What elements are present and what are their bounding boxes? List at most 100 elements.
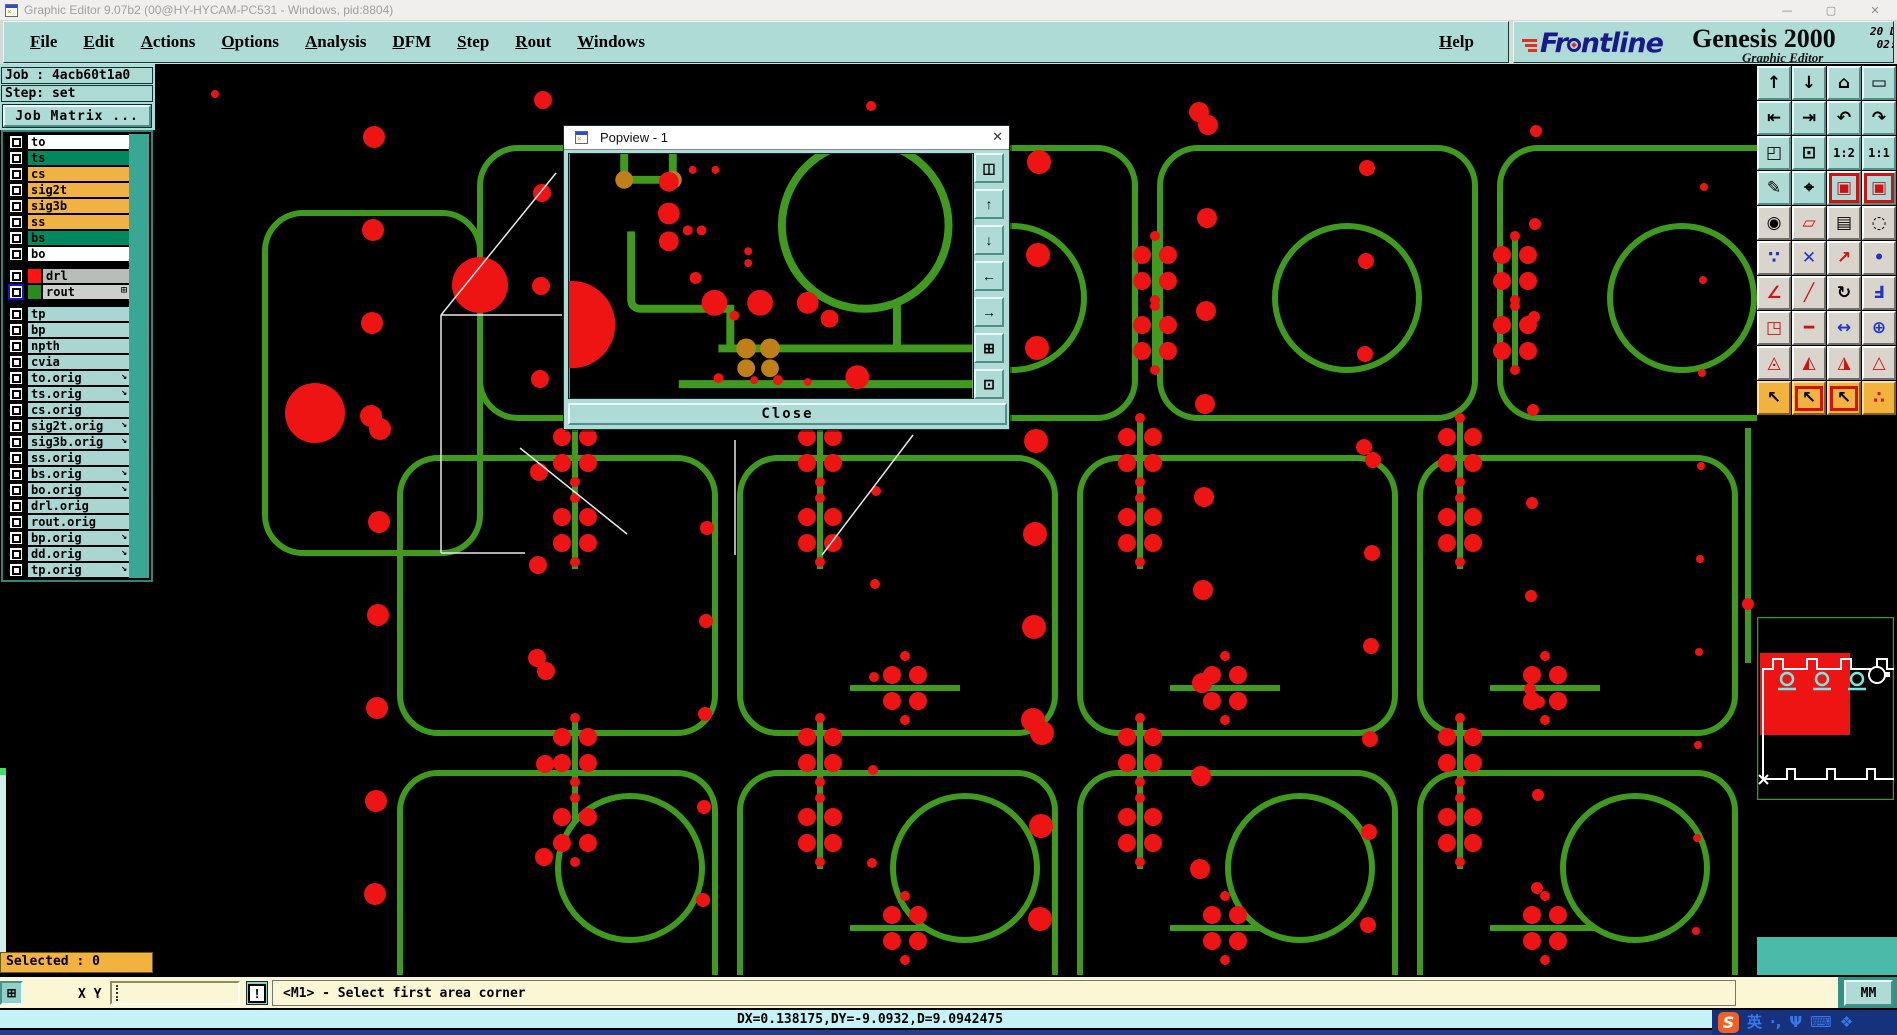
layer-visibility-checkbox[interactable] xyxy=(10,340,22,352)
layer-visibility-checkbox[interactable] xyxy=(10,308,22,320)
next-view-button[interactable]: ↷ xyxy=(1862,101,1896,135)
layer-visibility-checkbox[interactable] xyxy=(8,284,24,300)
measure-line-button[interactable]: ╱ xyxy=(1792,276,1826,310)
menu-item[interactable]: Rout xyxy=(515,32,551,52)
layer-row[interactable]: bs.orig ↘ xyxy=(5,466,131,482)
zoom-1-1-button[interactable]: 1:1 xyxy=(1862,136,1896,170)
layer-visibility-checkbox[interactable] xyxy=(10,404,22,416)
stretch-button[interactable]: ━ xyxy=(1792,311,1826,345)
popview-pan-left-button[interactable]: ← xyxy=(974,261,1004,291)
popview-titlebar[interactable]: Popview - 1 ✕ xyxy=(564,126,1009,150)
zoom-center-button[interactable]: ⊡ xyxy=(1792,136,1826,170)
zoom-1-2-button[interactable]: 1:2 xyxy=(1827,136,1861,170)
layer-visibility-checkbox[interactable] xyxy=(10,468,22,480)
polygon-mode-button[interactable]: ↖ xyxy=(1827,381,1861,415)
layer-row[interactable]: ts.orig ↘ xyxy=(5,386,131,402)
layer-visibility-checkbox[interactable] xyxy=(10,372,22,384)
snap-button[interactable]: ⊕ xyxy=(1862,311,1896,345)
overview-minimap[interactable] xyxy=(1757,617,1894,800)
layer-row[interactable]: ss xyxy=(5,214,131,230)
menu-item[interactable]: Options xyxy=(221,32,279,52)
previous-view-button[interactable]: ↶ xyxy=(1827,101,1861,135)
rotate-button[interactable]: ↻ xyxy=(1827,276,1861,310)
layer-row[interactable]: cs xyxy=(5,166,131,182)
layer-row[interactable]: cs.orig xyxy=(5,402,131,418)
ime-mic-icon[interactable]: Ψ xyxy=(1789,1015,1802,1030)
zoom-next-button[interactable]: ↓ xyxy=(1792,66,1826,100)
layer-visibility-checkbox[interactable] xyxy=(10,564,22,576)
layer-visibility-checkbox[interactable] xyxy=(10,152,22,164)
popview-zoom-center-button[interactable]: ⊡ xyxy=(974,369,1004,399)
net-mode-button[interactable]: ∴ xyxy=(1862,381,1896,415)
layer-row[interactable]: ts xyxy=(5,150,131,166)
ime-keyboard-icon[interactable]: ⌨ xyxy=(1810,1015,1832,1030)
menu-item[interactable]: Analysis xyxy=(305,32,366,52)
menu-item[interactable]: Actions xyxy=(141,32,196,52)
units-toggle-button[interactable]: MM xyxy=(1844,980,1893,1006)
menu-item[interactable]: DFM xyxy=(392,32,431,52)
layer-visibility-checkbox[interactable] xyxy=(10,452,22,464)
layer-row[interactable]: ss.orig xyxy=(5,450,131,466)
menu-item[interactable]: Step xyxy=(457,32,489,52)
add-pad-button[interactable]: • xyxy=(1862,241,1896,275)
close-button[interactable]: ✕ xyxy=(1853,0,1897,20)
zoom-prev-button[interactable]: ↑ xyxy=(1757,66,1791,100)
layer-visibility-checkbox[interactable] xyxy=(10,216,22,228)
select-feature-button[interactable]: ◉ xyxy=(1757,206,1791,240)
layer-visibility-checkbox[interactable] xyxy=(10,184,22,196)
quadrant-mode-button[interactable]: ⊞ xyxy=(0,981,23,1005)
menu-item[interactable]: Edit xyxy=(83,32,114,52)
pointer-mode-button[interactable]: ↖ xyxy=(1757,381,1791,415)
layer-visibility-checkbox[interactable] xyxy=(10,200,22,212)
layer-row[interactable]: cvia xyxy=(5,354,131,370)
popview-close-x-button[interactable]: ✕ xyxy=(992,130,1003,145)
layer-visibility-checkbox[interactable] xyxy=(10,324,22,336)
layer-row[interactable]: bp.orig ↘ xyxy=(5,530,131,546)
layer-row[interactable]: tp xyxy=(5,306,131,322)
layer-row[interactable]: sig2t.orig ↘ xyxy=(5,418,131,434)
surface-mode-2-button[interactable]: ◭ xyxy=(1792,346,1826,380)
ime-lang-icon[interactable]: 英 xyxy=(1747,1015,1762,1030)
sogou-logo-icon[interactable]: S xyxy=(1718,1012,1739,1033)
layer-visibility-checkbox[interactable] xyxy=(10,436,22,448)
measure-angle-button[interactable]: ∠ xyxy=(1757,276,1791,310)
layer-row[interactable]: to.orig ↘ xyxy=(5,370,131,386)
layer-row[interactable]: npth xyxy=(5,338,131,354)
menu-item[interactable]: Windows xyxy=(577,32,645,52)
move-button[interactable]: ↗ xyxy=(1827,241,1861,275)
ime-punct-icon[interactable]: ·, xyxy=(1770,1015,1781,1030)
ruler-button[interactable]: ▤ xyxy=(1827,206,1861,240)
layer-visibility-checkbox[interactable] xyxy=(10,232,22,244)
layer-row[interactable]: rout ⊞ xyxy=(5,284,131,300)
layer-row[interactable]: bo xyxy=(5,246,131,262)
layer-row[interactable]: sig2t xyxy=(5,182,131,198)
layer-row[interactable]: to xyxy=(5,134,131,150)
layer-row[interactable]: dd.orig ↘ xyxy=(5,546,131,562)
full-view-button[interactable]: ▭ xyxy=(1862,66,1896,100)
popview-close-button[interactable]: Close xyxy=(568,403,1007,425)
measure-probe-button[interactable]: ⌖ xyxy=(1792,171,1826,205)
dimension-button[interactable]: ↔ xyxy=(1827,311,1861,345)
layer-visibility-checkbox[interactable] xyxy=(10,500,22,512)
editor-setup-button[interactable]: ✎ xyxy=(1757,171,1791,205)
layer-row[interactable]: rout.orig xyxy=(5,514,131,530)
popview-pan-up-button[interactable]: ↑ xyxy=(974,189,1004,219)
maximize-button[interactable]: ▢ xyxy=(1809,0,1853,20)
popview-pan-down-button[interactable]: ↓ xyxy=(974,225,1004,255)
layer-row[interactable]: sig3b.orig ↘ xyxy=(5,434,131,450)
layer-list-scroll-strip[interactable] xyxy=(129,134,149,578)
layer-visibility-checkbox[interactable] xyxy=(10,532,22,544)
popview-canvas[interactable] xyxy=(568,153,974,399)
pan-left-button[interactable]: ⇤ xyxy=(1757,101,1791,135)
layer-row[interactable]: bo.orig ↘ xyxy=(5,482,131,498)
zoom-expand-button[interactable]: ◰ xyxy=(1757,136,1791,170)
menu-item[interactable]: File xyxy=(30,32,57,52)
net-highlight-alt-button[interactable]: ▣ xyxy=(1862,171,1896,205)
layer-visibility-checkbox[interactable] xyxy=(10,168,22,180)
alert-button[interactable]: ! xyxy=(246,981,268,1005)
delete-button[interactable]: ✕ xyxy=(1792,241,1826,275)
layer-row[interactable]: sig3b xyxy=(5,198,131,214)
popview-duplicate-button[interactable]: ◫ xyxy=(974,153,1004,183)
layer-visibility-checkbox[interactable] xyxy=(10,484,22,496)
layer-row[interactable]: drl.orig xyxy=(5,498,131,514)
